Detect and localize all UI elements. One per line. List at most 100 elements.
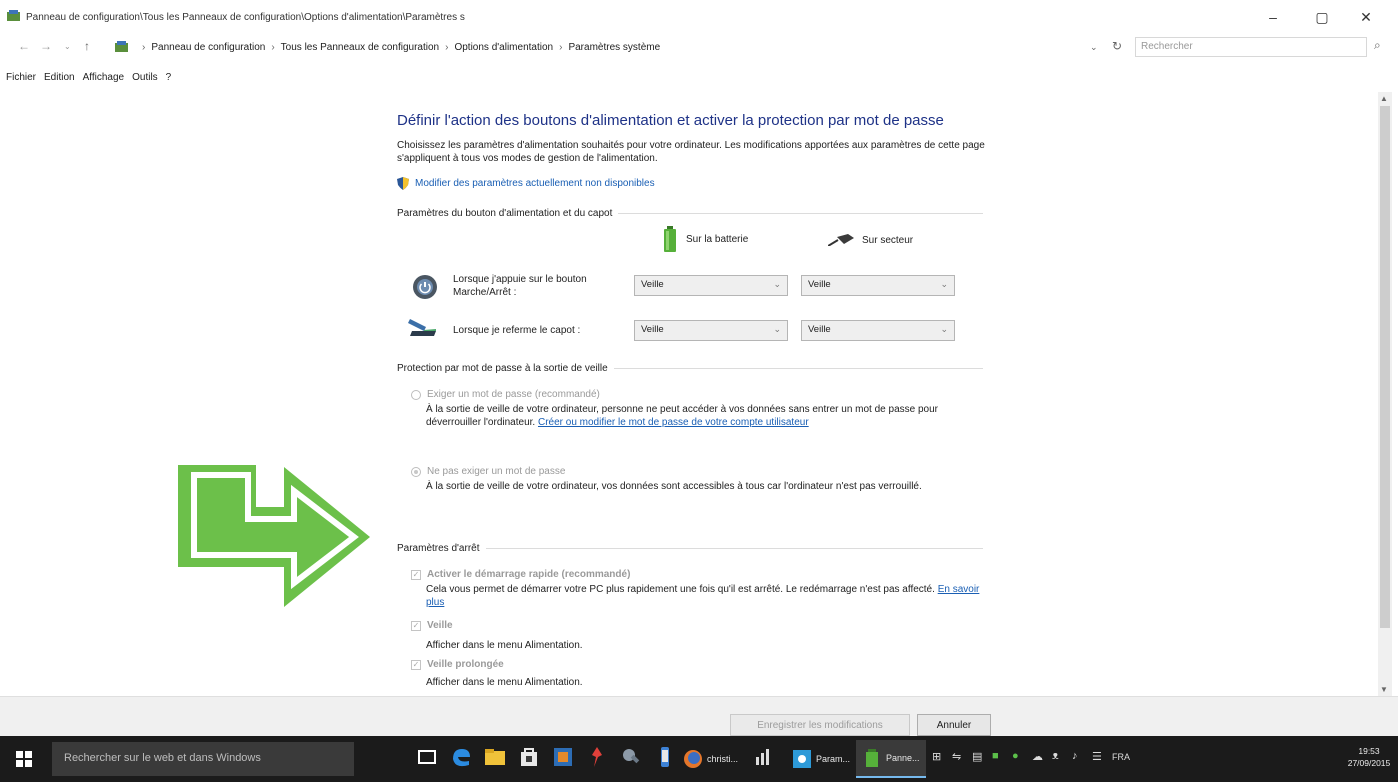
column-ac: Sur secteur bbox=[828, 234, 913, 246]
tray-refresh-icon[interactable]: ● bbox=[1012, 750, 1019, 762]
require-password-description: À la sortie de veille de votre ordinateu… bbox=[426, 404, 938, 428]
edge-browser-icon[interactable] bbox=[449, 745, 473, 769]
power-button-label: Lorsque j'appuie sur le bouton Marche/Ar… bbox=[453, 274, 587, 298]
breadcrumb-item[interactable]: Options d'alimentation bbox=[454, 42, 553, 53]
lid-battery-select[interactable]: Veille ⌄ bbox=[634, 320, 788, 341]
scroll-thumb[interactable] bbox=[1380, 106, 1390, 628]
recent-chevron-icon[interactable]: ⌄ bbox=[64, 42, 71, 51]
battery-icon bbox=[866, 749, 878, 767]
power-button-ac-select[interactable]: Veille ⌄ bbox=[801, 275, 955, 296]
button-bar: Enregistrer les modifications Annuler bbox=[0, 696, 1398, 736]
tools-app-icon[interactable] bbox=[619, 745, 643, 769]
section-password: Protection par mot de passe à la sortie … bbox=[397, 363, 983, 374]
shield-icon bbox=[397, 177, 409, 190]
taskbar-app-firefox[interactable]: christi... bbox=[683, 740, 738, 778]
sleep-checkbox[interactable]: ✓ Veille bbox=[411, 620, 453, 631]
tray-cloud-icon[interactable]: ☁ bbox=[1032, 750, 1043, 763]
chevron-right-icon: › bbox=[559, 41, 563, 53]
taskbar-app-control-panel[interactable]: Panne... bbox=[856, 740, 926, 778]
maximize-button[interactable]: ▢ bbox=[1302, 4, 1342, 30]
no-password-radio[interactable]: Ne pas exiger un mot de passe bbox=[411, 466, 565, 477]
save-button[interactable]: Enregistrer les modifications bbox=[730, 714, 910, 736]
tray-green-icon[interactable]: ■ bbox=[992, 750, 999, 762]
sleep-description: Afficher dans le menu Alimentation. bbox=[426, 640, 583, 651]
taskbar-clock[interactable]: 19:53 27/09/2015 bbox=[1346, 745, 1392, 769]
pin-app-icon[interactable] bbox=[585, 745, 609, 769]
breadcrumb-item[interactable]: Panneau de configuration bbox=[151, 42, 265, 53]
section-shutdown: Paramètres d'arrêt bbox=[397, 543, 983, 554]
language-indicator[interactable]: FRA bbox=[1112, 752, 1130, 762]
lid-close-label: Lorsque je referme le capot : bbox=[453, 325, 581, 336]
require-password-radio[interactable]: Exiger un mot de passe (recommandé) bbox=[411, 389, 600, 400]
settings-window-icon bbox=[793, 750, 811, 768]
clock-date: 27/09/2015 bbox=[1347, 758, 1391, 768]
clock-time: 19:53 bbox=[1358, 746, 1380, 756]
menu-file[interactable]: Fichier bbox=[6, 72, 36, 83]
store-icon[interactable] bbox=[517, 745, 541, 769]
hibernate-checkbox[interactable]: ✓ Veille prolongée bbox=[411, 659, 504, 670]
close-button[interactable]: ✕ bbox=[1346, 4, 1386, 30]
vertical-scrollbar[interactable]: ▲ ▼ bbox=[1378, 92, 1392, 696]
scroll-up-icon[interactable]: ▲ bbox=[1380, 94, 1388, 103]
plug-icon bbox=[828, 234, 854, 246]
check-icon: ✓ bbox=[411, 569, 421, 580]
up-arrow-icon[interactable]: ↑ bbox=[84, 39, 90, 53]
device-app-icon[interactable] bbox=[653, 745, 677, 769]
refresh-icon[interactable]: ↻ bbox=[1112, 39, 1122, 53]
chevron-down-icon[interactable]: ⌄ bbox=[1090, 42, 1098, 53]
column-battery: Sur la batterie bbox=[664, 226, 748, 252]
tray-app-icon[interactable]: ⊞ bbox=[932, 750, 941, 763]
fast-startup-checkbox[interactable]: ✓ Activer le démarrage rapide (recommand… bbox=[411, 569, 630, 580]
check-icon: ✓ bbox=[411, 620, 421, 631]
green-arrow-annotation bbox=[178, 465, 370, 607]
no-password-description: À la sortie de veille de votre ordinateu… bbox=[426, 481, 922, 492]
chevron-right-icon: › bbox=[142, 41, 146, 53]
address-bar[interactable]: › Panneau de configuration › Tous les Pa… bbox=[114, 37, 1118, 57]
control-panel-icon bbox=[7, 10, 20, 21]
media-app-icon[interactable] bbox=[551, 745, 575, 769]
search-icon[interactable]: ⌕ bbox=[1374, 38, 1381, 53]
create-password-link[interactable]: Créer ou modifier le mot de passe de vot… bbox=[538, 417, 809, 428]
task-view-icon[interactable] bbox=[415, 745, 439, 769]
forward-arrow-icon[interactable]: → bbox=[40, 39, 52, 53]
lid-ac-select[interactable]: Veille ⌄ bbox=[801, 320, 955, 341]
chevron-down-icon: ⌄ bbox=[773, 279, 781, 289]
chevron-right-icon: › bbox=[445, 41, 449, 53]
back-arrow-icon[interactable]: ← bbox=[18, 39, 30, 53]
search-input[interactable]: Rechercher bbox=[1135, 37, 1367, 57]
battery-icon bbox=[664, 226, 676, 252]
menu-edit[interactable]: Edition bbox=[44, 72, 75, 83]
chart-app-icon[interactable] bbox=[752, 745, 776, 769]
taskbar-search-input[interactable]: Rechercher sur le web et dans Windows bbox=[52, 742, 354, 776]
cancel-button[interactable]: Annuler bbox=[917, 714, 991, 736]
address-row: ← → ⌄ ↑ › Panneau de configuration › Tou… bbox=[0, 34, 1398, 60]
scroll-down-icon[interactable]: ▼ bbox=[1380, 685, 1388, 694]
power-button-battery-select[interactable]: Veille ⌄ bbox=[634, 275, 788, 296]
tray-network-icon[interactable]: ⇋ bbox=[952, 750, 961, 763]
tray-people-icon[interactable]: ᴥ bbox=[1052, 750, 1059, 762]
file-explorer-icon[interactable] bbox=[483, 745, 507, 769]
minimize-button[interactable]: – bbox=[1253, 4, 1293, 30]
firefox-icon bbox=[684, 750, 702, 768]
unavailable-settings-link[interactable]: Modifier des paramètres actuellement non… bbox=[397, 177, 655, 190]
taskbar-app-settings[interactable]: Param... bbox=[786, 740, 856, 778]
tray-calendar-icon[interactable]: ▤ bbox=[972, 750, 982, 763]
section-power-buttons: Paramètres du bouton d'alimentation et d… bbox=[397, 208, 983, 219]
chevron-down-icon: ⌄ bbox=[773, 324, 781, 334]
menu-help[interactable]: ? bbox=[166, 72, 172, 83]
hibernate-description: Afficher dans le menu Alimentation. bbox=[426, 677, 583, 688]
volume-icon[interactable]: ♪ bbox=[1072, 750, 1078, 762]
fast-startup-description: Cela vous permet de démarrer votre PC pl… bbox=[426, 584, 980, 608]
menu-bar: Fichier Edition Affichage Outils ? bbox=[6, 72, 171, 83]
breadcrumb-item[interactable]: Tous les Panneaux de configuration bbox=[281, 42, 439, 53]
laptop-lid-icon bbox=[408, 319, 436, 336]
menu-tools[interactable]: Outils bbox=[132, 72, 158, 83]
page-description: Choisissez les paramètres d'alimentation… bbox=[397, 140, 985, 164]
page-title: Définir l'action des boutons d'alimentat… bbox=[397, 112, 944, 129]
windows-start-icon[interactable] bbox=[16, 751, 32, 767]
menu-view[interactable]: Affichage bbox=[83, 72, 125, 83]
check-icon: ✓ bbox=[411, 659, 421, 670]
breadcrumb-item[interactable]: Paramètres système bbox=[568, 42, 660, 53]
notification-icon[interactable]: ☰ bbox=[1092, 750, 1102, 763]
taskbar: Rechercher sur le web et dans Windows ch… bbox=[0, 736, 1398, 782]
